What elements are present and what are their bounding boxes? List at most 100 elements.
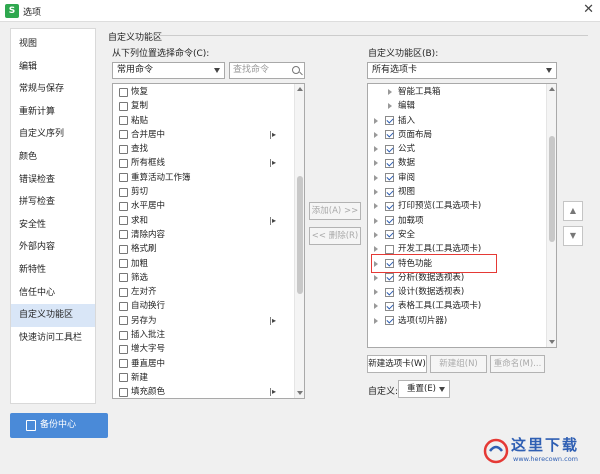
command-item[interactable]: 左对齐 <box>113 285 294 299</box>
sidebar-item[interactable]: 编辑 <box>11 56 95 79</box>
ribbon-tab-item[interactable]: 插入 <box>368 114 546 128</box>
ribbon-tab-item[interactable]: 视图 <box>368 185 546 199</box>
expand-triangle-icon[interactable] <box>374 289 378 296</box>
expand-triangle-icon[interactable] <box>374 117 378 124</box>
expand-triangle-icon[interactable] <box>374 217 378 224</box>
ribbon-tabs-tree[interactable]: 智能工具箱 编辑 插入 页面布局 公式 数据 审阅 视图 打印预览(工具选项卡) 加载项 安全 开发工… <box>367 83 557 348</box>
expand-triangle-icon[interactable] <box>374 317 378 324</box>
command-search-input[interactable]: 查找命令 <box>229 62 305 79</box>
expand-triangle-icon[interactable] <box>374 174 378 181</box>
commands-scrollbar[interactable] <box>294 84 304 398</box>
tab-checkbox[interactable] <box>385 216 394 226</box>
tab-checkbox[interactable] <box>385 201 394 211</box>
sidebar-item[interactable]: 重新计算 <box>11 101 95 124</box>
command-item[interactable]: 插入批注 <box>113 328 294 342</box>
command-item[interactable]: 垂直居中 <box>113 357 294 371</box>
command-item[interactable]: 填充颜色 |▸ <box>113 385 294 398</box>
sidebar-item[interactable]: 视图 <box>11 33 95 56</box>
scroll-up-icon[interactable] <box>297 87 303 91</box>
remove-button[interactable]: << 删除(R) <box>309 227 361 245</box>
ribbon-tab-item[interactable]: 加载项 <box>368 214 546 228</box>
expand-triangle-icon[interactable] <box>374 131 378 138</box>
expand-triangle-icon[interactable] <box>374 160 378 167</box>
scroll-thumb[interactable] <box>549 136 555 242</box>
sidebar-item[interactable]: 常规与保存 <box>11 78 95 101</box>
sidebar-item[interactable]: 错误检查 <box>11 169 95 192</box>
tab-checkbox[interactable] <box>385 130 394 140</box>
sidebar-item[interactable]: 信任中心 <box>11 282 95 305</box>
command-item[interactable]: 所有框线 |▸ <box>113 156 294 170</box>
command-item[interactable]: 筛选 <box>113 271 294 285</box>
command-item[interactable]: 粘贴 <box>113 114 294 128</box>
command-item[interactable]: 自动换行 <box>113 299 294 313</box>
ribbon-tab-item[interactable]: 审阅 <box>368 171 546 185</box>
ribbon-tab-item[interactable]: 分析(数据透视表) <box>368 271 546 285</box>
sidebar-item[interactable]: 颜色 <box>11 146 95 169</box>
ribbon-tab-item[interactable]: 表格工具(工具选项卡) <box>368 299 546 313</box>
tabs-scrollbar[interactable] <box>546 84 556 347</box>
tab-checkbox[interactable] <box>385 144 394 154</box>
tab-checkbox[interactable] <box>385 316 394 326</box>
ribbon-tab-item[interactable]: 页面布局 <box>368 128 546 142</box>
ribbon-tab-item[interactable]: 公式 <box>368 142 546 156</box>
scroll-down-icon[interactable] <box>549 340 555 344</box>
command-item[interactable]: 另存为 |▸ <box>113 314 294 328</box>
expand-triangle-icon[interactable] <box>374 146 378 153</box>
sidebar-item[interactable]: 自定义序列 <box>11 123 95 146</box>
sidebar-item[interactable]: 新特性 <box>11 259 95 282</box>
sidebar-item[interactable]: 快速访问工具栏 <box>11 327 95 350</box>
scroll-up-icon[interactable] <box>549 87 555 91</box>
ribbon-tab-item[interactable]: 设计(数据透视表) <box>368 285 546 299</box>
move-down-button[interactable]: ▼ <box>563 226 583 246</box>
ribbon-tab-item[interactable]: 安全 <box>368 228 546 242</box>
command-item[interactable]: 增大字号 <box>113 342 294 356</box>
sidebar-item[interactable]: 拼写检查 <box>11 191 95 214</box>
command-item[interactable]: 格式刷 <box>113 242 294 256</box>
ribbon-tab-item[interactable]: 选项(切片器) <box>368 314 546 328</box>
command-item[interactable]: 合并居中 |▸ <box>113 128 294 142</box>
ribbon-tab-item[interactable]: 数据 <box>368 156 546 170</box>
sidebar-item[interactable]: 安全性 <box>11 214 95 237</box>
expand-triangle-icon[interactable] <box>374 274 378 281</box>
close-icon[interactable]: ✕ <box>583 2 594 17</box>
tab-checkbox[interactable] <box>385 244 394 254</box>
expand-triangle-icon[interactable] <box>374 189 378 196</box>
expand-triangle-icon[interactable] <box>374 231 378 238</box>
tab-checkbox[interactable] <box>385 273 394 283</box>
rename-button[interactable]: 重命名(M)... <box>490 355 545 373</box>
expand-triangle-icon[interactable] <box>388 103 392 110</box>
expand-triangle-icon[interactable] <box>388 89 392 95</box>
tab-checkbox[interactable] <box>385 287 394 297</box>
tab-checkbox[interactable] <box>385 158 394 168</box>
scroll-down-icon[interactable] <box>297 391 303 395</box>
command-item[interactable]: 重算活动工作簿 <box>113 171 294 185</box>
ribbon-tabs-select[interactable]: 所有选项卡 <box>367 62 557 79</box>
expand-triangle-icon[interactable] <box>374 203 378 210</box>
tab-checkbox[interactable] <box>385 116 394 126</box>
tab-checkbox[interactable] <box>385 230 394 240</box>
command-item[interactable]: 清除内容 <box>113 228 294 242</box>
new-tab-button[interactable]: 新建选项卡(W) <box>367 355 427 373</box>
reset-button[interactable]: 重置(E) <box>398 380 450 398</box>
backup-center-button[interactable]: 备份中心 <box>10 413 108 438</box>
tab-checkbox[interactable] <box>385 173 394 183</box>
command-source-select[interactable]: 常用命令 <box>112 62 225 79</box>
ribbon-tab-item[interactable]: 智能工具箱 <box>368 85 546 99</box>
expand-triangle-icon[interactable] <box>374 246 378 253</box>
expand-triangle-icon[interactable] <box>374 303 378 310</box>
sidebar-item[interactable]: 自定义功能区 <box>11 304 95 327</box>
ribbon-tab-item[interactable]: 打印预览(工具选项卡) <box>368 199 546 213</box>
tab-checkbox[interactable] <box>385 301 394 311</box>
new-group-button[interactable]: 新建组(N) <box>430 355 487 373</box>
command-item[interactable]: 求和 |▸ <box>113 214 294 228</box>
command-item[interactable]: 复制 <box>113 99 294 113</box>
commands-list[interactable]: 恢复 复制 粘贴 合并居中 |▸ 查找 所有框线 |▸ 重算活动工作簿 剪切 水平居中 求和 |▸ 清除内… <box>112 83 305 399</box>
move-up-button[interactable]: ▲ <box>563 201 583 221</box>
tab-checkbox[interactable] <box>385 187 394 197</box>
ribbon-tab-item[interactable]: 编辑 <box>368 99 546 113</box>
command-item[interactable]: 水平居中 <box>113 199 294 213</box>
add-button[interactable]: 添加(A) >> <box>309 202 361 220</box>
scroll-thumb[interactable] <box>297 176 303 294</box>
command-item[interactable]: 恢复 <box>113 85 294 99</box>
command-item[interactable]: 剪切 <box>113 185 294 199</box>
